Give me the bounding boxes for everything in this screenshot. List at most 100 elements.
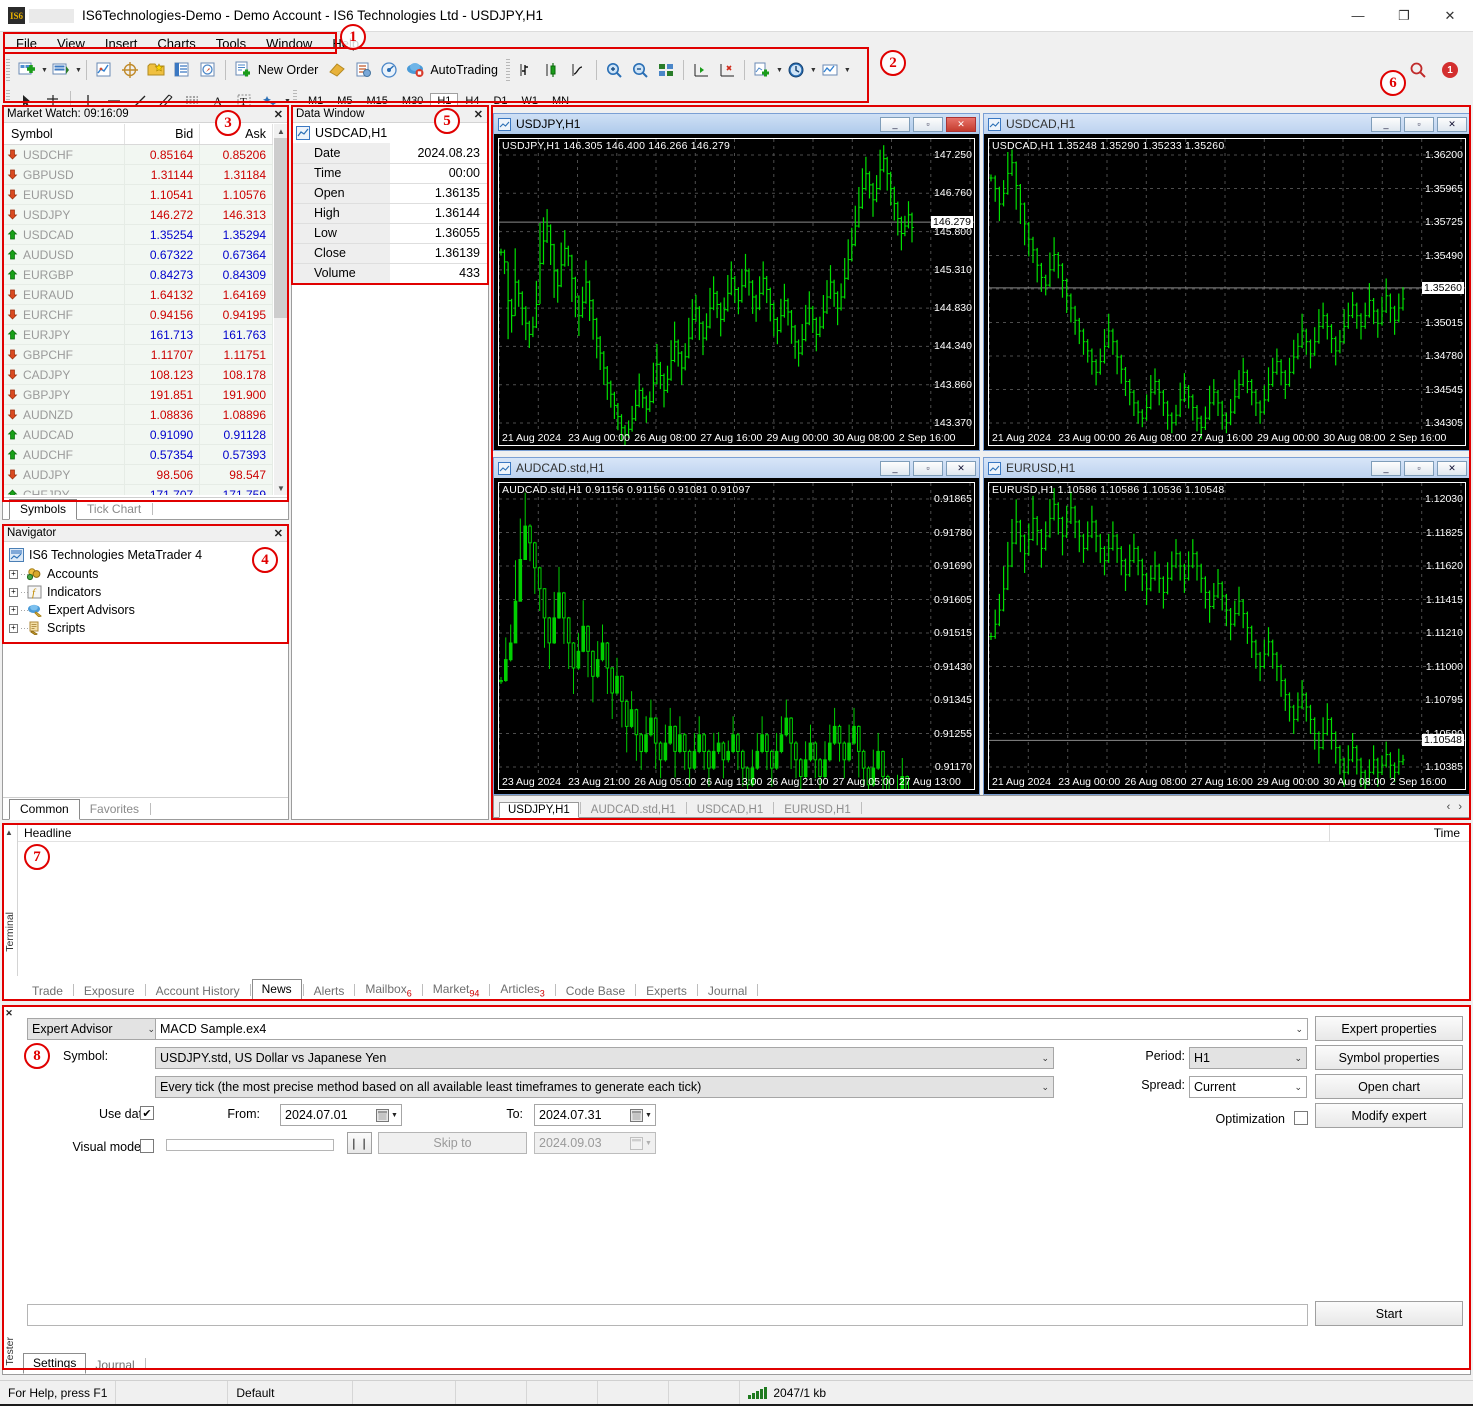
close-icon[interactable]: ✕ — [3, 1007, 15, 1019]
chart-plot-area[interactable]: EURUSD,H1 1.10586 1.10586 1.10536 1.1054… — [988, 482, 1466, 790]
navigator-item-scripts[interactable]: + ··· Scripts — [9, 619, 288, 637]
tab-settings[interactable]: Settings — [23, 1353, 87, 1374]
table-row[interactable]: AUDUSD 0.67322 0.67364 — [3, 244, 273, 265]
tester-symbol-select[interactable]: USDJPY.std, US Dollar vs Japanese Yen ⌄ — [155, 1047, 1054, 1069]
terminal-column-time[interactable]: Time — [1434, 826, 1470, 840]
chart-restore-button[interactable]: ▫ — [1404, 460, 1434, 476]
chart-close-button[interactable]: ✕ — [1437, 460, 1467, 476]
expand-icon[interactable]: + — [9, 605, 18, 615]
table-row[interactable]: EURJPY 161.713 161.763 — [3, 324, 273, 345]
status-connection[interactable]: 2047/1 kb — [739, 1380, 1473, 1405]
menu-item-insert[interactable]: Insert — [95, 34, 148, 53]
chart-plot-area[interactable]: USDCAD,H1 1.35248 1.35290 1.35233 1.3526… — [988, 138, 1466, 446]
new-order-icon[interactable] — [230, 57, 256, 83]
data-window-icon[interactable] — [169, 57, 195, 83]
profiles-dropdown-icon[interactable]: ▼ — [75, 67, 82, 74]
profiles-icon[interactable] — [48, 57, 74, 83]
timeframe-d1[interactable]: D1 — [486, 93, 514, 109]
expand-icon[interactable]: + — [9, 623, 18, 633]
navigator-root[interactable]: IS6 Technologies MetaTrader 4 — [9, 546, 288, 564]
auto-scroll-icon[interactable] — [714, 57, 740, 83]
menu-item-view[interactable]: View — [47, 34, 95, 53]
chart-restore-button[interactable]: ▫ — [913, 460, 943, 476]
navigator-item-expert-advisors[interactable]: + ··· Expert Advisors — [9, 601, 288, 619]
column-header-symbol[interactable]: Symbol — [3, 124, 125, 145]
add-indicator-dropdown-icon[interactable]: ▼ — [776, 67, 783, 74]
chart-canvas[interactable]: USDCAD,H1 1.35248 1.35290 1.35233 1.3526… — [984, 134, 1470, 450]
tester-model-select[interactable]: Every tick (the most precise method base… — [155, 1076, 1054, 1098]
chart-close-button[interactable]: ✕ — [946, 460, 976, 476]
new-chart-icon[interactable] — [14, 57, 40, 83]
spread-select[interactable]: Current ⌄ — [1189, 1076, 1307, 1098]
menu-item-file[interactable]: File — [6, 34, 47, 53]
chart-minimize-button[interactable]: _ — [880, 460, 910, 476]
chart-plot-area[interactable]: AUDCAD.std,H1 0.91156 0.91156 0.91081 0.… — [498, 482, 975, 790]
tab-common[interactable]: Common — [9, 799, 80, 820]
timeframe-mn[interactable]: MN — [545, 93, 576, 109]
close-icon[interactable]: ✕ — [274, 527, 283, 540]
table-row[interactable]: USDJPY 146.272 146.313 — [3, 204, 273, 225]
menu-item-window[interactable]: Window — [256, 34, 322, 53]
tester-mode-select[interactable]: Expert Advisor ⌄ — [27, 1018, 160, 1040]
chart-canvas[interactable]: EURUSD,H1 1.10586 1.10586 1.10536 1.1054… — [984, 478, 1470, 794]
optimization-checkbox[interactable] — [1294, 1111, 1308, 1125]
table-row[interactable]: CADJPY 108.123 108.178 — [3, 364, 273, 385]
signals-icon[interactable] — [376, 57, 402, 83]
use-date-checkbox[interactable]: ✔ — [140, 1106, 154, 1120]
terminal-tab-experts[interactable]: Experts — [637, 982, 696, 1000]
timeframe-w1[interactable]: W1 — [515, 93, 546, 109]
terminal-tab-account-history[interactable]: Account History — [147, 982, 249, 1000]
start-button[interactable]: Start — [1315, 1301, 1463, 1326]
new-chart-dropdown-icon[interactable]: ▼ — [41, 67, 48, 74]
chart-window-usdcad-h1[interactable]: USDCAD,H1 _ ▫ ✕ USDCAD,H1 1.35248 1.35290 1.… — [983, 113, 1471, 451]
terminal-tab-code-base[interactable]: Code Base — [557, 982, 634, 1000]
chart-plot-area[interactable]: USDJPY,H1 146.305 146.400 146.266 146.27… — [498, 138, 975, 446]
table-row[interactable]: GBPUSD 1.31144 1.31184 — [3, 164, 273, 185]
skip-to-button[interactable]: Skip to — [378, 1132, 527, 1154]
status-profile[interactable]: Default — [227, 1380, 352, 1405]
expand-icon[interactable]: + — [9, 587, 18, 597]
table-row[interactable]: CHFJPY 171.707 171.759 — [3, 484, 273, 495]
close-icon[interactable]: ✕ — [474, 108, 483, 121]
period-dropdown-icon[interactable]: ▼ — [810, 67, 817, 74]
table-row[interactable]: AUDJPY 98.506 98.547 — [3, 464, 273, 485]
menu-item-tools[interactable]: Tools — [206, 34, 256, 53]
chart-title-bar[interactable]: EURUSD,H1 _ ▫ ✕ — [984, 458, 1470, 478]
chart-restore-button[interactable]: ▫ — [1404, 116, 1434, 132]
strategy-tester-icon[interactable] — [350, 57, 376, 83]
market-watch-scrollbar[interactable]: ▲ — [274, 124, 288, 495]
terminal-column-headline[interactable]: Headline — [18, 826, 71, 840]
terminal-tab-market[interactable]: Market94 — [424, 980, 489, 1000]
crosshair-icon[interactable] — [117, 57, 143, 83]
terminal-tab-exposure[interactable]: Exposure — [75, 982, 144, 1000]
table-row[interactable]: EURAUD 1.64132 1.64169 — [3, 284, 273, 305]
table-row[interactable]: EURGBP 0.84273 0.84309 — [3, 264, 273, 285]
templates-icon[interactable] — [817, 57, 843, 83]
navigator-icon[interactable] — [195, 57, 221, 83]
menu-item-charts[interactable]: Charts — [147, 34, 205, 53]
templates-dropdown-icon[interactable]: ▼ — [844, 67, 851, 74]
terminal-tab-alerts[interactable]: Alerts — [305, 982, 354, 1000]
chart-close-button[interactable]: ✕ — [1437, 116, 1467, 132]
chart-minimize-button[interactable]: _ — [1371, 460, 1401, 476]
tab-favorites[interactable]: Favorites — [80, 800, 149, 819]
chart-window-audcad-std-h1[interactable]: AUDCAD.std,H1 _ ▫ ✕ AUDCAD.std,H1 0.91156 0.… — [493, 457, 980, 795]
calendar-icon[interactable]: ▼ — [373, 1105, 401, 1125]
chart-canvas[interactable]: USDJPY,H1 146.305 146.400 146.266 146.27… — [494, 134, 979, 450]
maximize-button[interactable]: ❐ — [1381, 0, 1427, 32]
chart-tab-eurusd-h1[interactable]: EURUSD,H1 — [775, 802, 859, 818]
chart-window-eurusd-h1[interactable]: EURUSD,H1 _ ▫ ✕ EURUSD,H1 1.10586 1.10586 1.… — [983, 457, 1471, 795]
chart-close-button[interactable]: ✕ — [946, 116, 976, 132]
autotrading-button[interactable]: AutoTrading — [428, 63, 504, 77]
column-header-bid[interactable]: Bid — [124, 124, 201, 145]
table-row[interactable]: AUDCHF 0.57354 0.57393 — [3, 444, 273, 465]
table-row[interactable]: USDCAD 1.35254 1.35294 — [3, 224, 273, 245]
period-icon[interactable] — [783, 57, 809, 83]
table-row[interactable]: USDCHF 0.85164 0.85206 — [3, 144, 273, 165]
shapes-dropdown-icon[interactable]: ▼ — [284, 98, 291, 105]
line-chart-icon[interactable] — [566, 57, 592, 83]
chart-tabs-scroll-right-icon[interactable]: › — [1454, 801, 1466, 813]
chart-tab-usdjpy-h1[interactable]: USDJPY,H1 — [499, 802, 579, 818]
tab-symbols[interactable]: Symbols — [9, 499, 78, 520]
metaeditor-icon[interactable] — [324, 57, 350, 83]
